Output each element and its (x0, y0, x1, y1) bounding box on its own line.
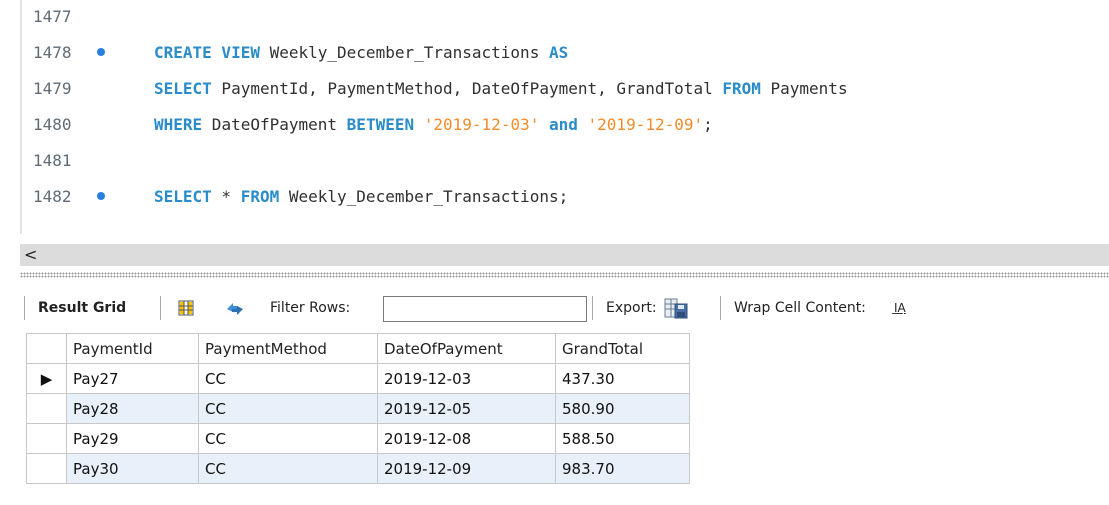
sql-editor[interactable]: 1477 1478 CREATE VIEW Weekly_December_Tran… (0, 0, 1109, 234)
statement-marker-icon[interactable] (97, 192, 105, 200)
cell-paymentmethod[interactable]: CC (198, 453, 378, 484)
cell-dateofpayment[interactable]: 2019-12-09 (377, 453, 556, 484)
sql-keyword: SELECT (154, 187, 212, 206)
cell-dateofpayment[interactable]: 2019-12-08 (377, 423, 556, 454)
line-number: 1480 (33, 115, 72, 134)
sql-text: ; (703, 115, 713, 134)
filter-rows-label: Filter Rows: (270, 300, 351, 316)
refresh-icon[interactable] (224, 300, 246, 318)
code-line[interactable]: 1482 SELECT * FROM Weekly_December_Transa… (0, 182, 1109, 212)
scroll-left-arrow-icon[interactable]: < (24, 244, 37, 266)
table-row[interactable]: ▶ Pay27 CC 2019-12-03 437.30 (26, 363, 690, 394)
code-line[interactable]: 1481 (0, 146, 1109, 176)
table-row[interactable]: Pay29 CC 2019-12-08 588.50 (26, 423, 690, 454)
code-text: WHERE DateOfPayment BETWEEN '2019-12-03'… (154, 110, 713, 140)
cell-paymentid[interactable]: Pay29 (66, 423, 199, 454)
sql-string: '2019-12-09' (587, 115, 704, 134)
code-text: SELECT PaymentId, PaymentMethod, DateOfP… (154, 74, 848, 104)
cell-grandtotal[interactable]: 580.90 (555, 393, 690, 424)
result-toolbar: Result Grid Filter Rows: Export: Wrap Ce… (20, 290, 1109, 326)
column-header-grandtotal[interactable]: GrandTotal (555, 333, 690, 364)
cell-paymentmethod[interactable]: CC (198, 363, 378, 394)
sql-text: PaymentId, PaymentMethod, DateOfPayment,… (211, 79, 723, 98)
toolbar-separator (24, 296, 25, 320)
sql-keyword: BETWEEN (346, 115, 415, 134)
code-line[interactable]: 1478 CREATE VIEW Weekly_December_Transact… (0, 38, 1109, 68)
cell-grandtotal[interactable]: 437.30 (555, 363, 690, 394)
statement-marker-icon[interactable] (97, 48, 105, 56)
code-line[interactable]: 1477 (0, 2, 1109, 32)
line-number: 1482 (33, 187, 72, 206)
row-header[interactable] (26, 423, 67, 454)
wrap-cell-icon[interactable]: I͟A (894, 299, 912, 317)
sql-keyword: WHERE (154, 115, 203, 134)
toolbar-separator (160, 296, 161, 320)
current-row-marker-icon[interactable]: ▶ (26, 363, 67, 394)
line-number: 1478 (33, 43, 72, 62)
row-header[interactable] (26, 393, 67, 424)
cell-paymentid[interactable]: Pay28 (66, 393, 199, 424)
sql-text: Weekly_December_Transactions; (279, 187, 569, 206)
sql-text: DateOfPayment (202, 115, 347, 134)
sql-keyword: FROM (722, 79, 761, 98)
cell-paymentid[interactable]: Pay30 (66, 453, 199, 484)
cell-dateofpayment[interactable]: 2019-12-05 (377, 393, 556, 424)
sql-text: Payments (760, 79, 848, 98)
code-line[interactable]: 1480 WHERE DateOfPayment BETWEEN '2019-12… (0, 110, 1109, 140)
export-label: Export: (606, 300, 657, 316)
cell-grandtotal[interactable]: 983.70 (555, 453, 690, 484)
code-text: SELECT * FROM Weekly_December_Transactio… (154, 182, 568, 212)
toolbar-separator (592, 296, 593, 320)
toolbar-separator (720, 296, 721, 320)
line-number: 1481 (33, 151, 72, 170)
column-header-dateofpayment[interactable]: DateOfPayment (377, 333, 556, 364)
table-row[interactable]: Pay30 CC 2019-12-09 983.70 (26, 453, 690, 484)
filter-rows-input[interactable] (383, 296, 587, 322)
row-header-corner[interactable] (26, 333, 67, 364)
sql-keyword: SELECT (154, 79, 212, 98)
cell-paymentmethod[interactable]: CC (198, 393, 378, 424)
sql-keyword: and (548, 115, 578, 134)
line-number: 1477 (33, 7, 72, 26)
grid-header-row: PaymentId PaymentMethod DateOfPayment Gr… (26, 333, 690, 364)
sql-keyword: FROM (240, 187, 280, 206)
code-line[interactable]: 1479 SELECT PaymentId, PaymentMethod, Dat… (0, 74, 1109, 104)
sql-keyword: CREATE VIEW (154, 43, 260, 62)
result-grid-table: PaymentId PaymentMethod DateOfPayment Gr… (26, 333, 690, 484)
code-text: CREATE VIEW Weekly_December_Transactions… (154, 38, 568, 68)
sql-keyword: AS (548, 43, 569, 62)
export-icon[interactable] (664, 297, 688, 319)
sql-text: Weekly_December_Transactions (259, 43, 549, 62)
cell-dateofpayment[interactable]: 2019-12-03 (377, 363, 556, 394)
line-number: 1479 (33, 79, 72, 98)
column-header-paymentid[interactable]: PaymentId (66, 333, 199, 364)
editor-horizontal-scrollbar[interactable]: < (20, 244, 1109, 266)
sql-string: '2019-12-03' (423, 115, 540, 134)
row-header[interactable] (26, 453, 67, 484)
grid-icon[interactable] (178, 300, 194, 316)
cell-paymentmethod[interactable]: CC (198, 423, 378, 454)
sql-text: * (211, 187, 241, 206)
cell-grandtotal[interactable]: 588.50 (555, 423, 690, 454)
column-header-paymentmethod[interactable]: PaymentMethod (198, 333, 378, 364)
table-row[interactable]: Pay28 CC 2019-12-05 580.90 (26, 393, 690, 424)
panel-splitter[interactable] (20, 272, 1109, 278)
cell-paymentid[interactable]: Pay27 (66, 363, 199, 394)
result-grid-tab[interactable]: Result Grid (38, 290, 126, 326)
wrap-cell-content-label: Wrap Cell Content: (734, 300, 866, 316)
